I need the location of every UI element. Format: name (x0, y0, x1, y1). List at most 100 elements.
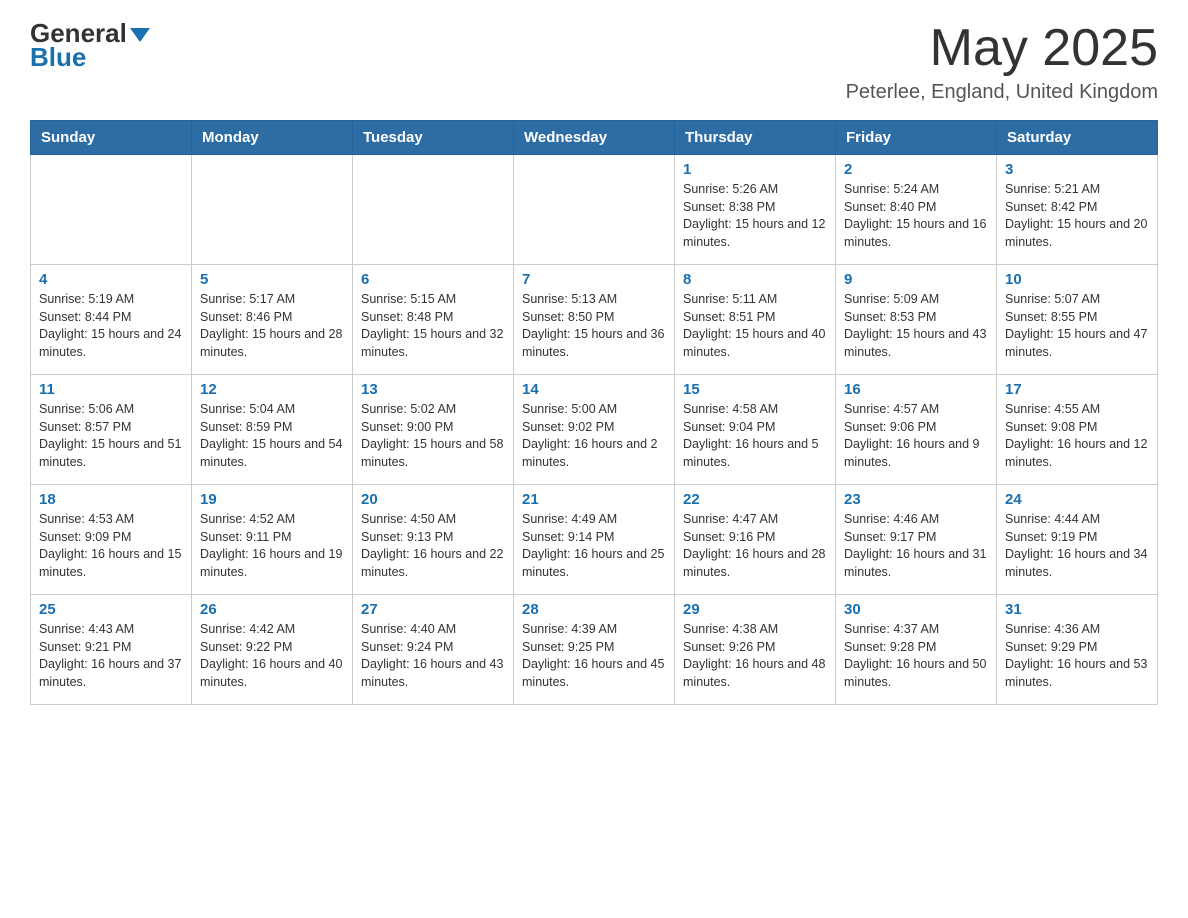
month-title: May 2025 (846, 20, 1158, 77)
calendar-week-3: 11 Sunrise: 5:06 AM Sunset: 8:57 PM Dayli… (31, 375, 1158, 485)
day-number: 19 (200, 491, 344, 508)
calendar-cell: 19Sunrise: 4:52 AM Sunset: 9:11 PM Dayli… (192, 485, 353, 595)
day-number: 24 (1005, 491, 1149, 508)
calendar-cell: 8 Sunrise: 5:11 AM Sunset: 8:51 PM Daylig… (675, 265, 836, 375)
day-number: 3 (1005, 161, 1149, 178)
day-info: Sunrise: 5:11 AM Sunset: 8:51 PM Dayligh… (683, 291, 827, 361)
weekday-header-wednesday: Wednesday (514, 121, 675, 155)
day-info: Sunrise: 4:43 AM Sunset: 9:21 PM Dayligh… (39, 621, 183, 691)
day-number: 7 (522, 271, 666, 288)
day-number: 4 (39, 271, 183, 288)
day-info: Sunrise: 5:13 AM Sunset: 8:50 PM Dayligh… (522, 291, 666, 361)
day-info: Sunrise: 5:04 AM Sunset: 8:59 PM Dayligh… (200, 401, 344, 471)
calendar-week-4: 18Sunrise: 4:53 AM Sunset: 9:09 PM Dayli… (31, 485, 1158, 595)
day-info: Sunrise: 4:53 AM Sunset: 9:09 PM Dayligh… (39, 511, 183, 581)
calendar-cell: 20 Sunrise: 4:50 AM Sunset: 9:13 PM Dayli… (353, 485, 514, 595)
calendar-week-1: 1 Sunrise: 5:26 AM Sunset: 8:38 PM Daylig… (31, 155, 1158, 265)
calendar-cell: 23 Sunrise: 4:46 AM Sunset: 9:17 PM Dayli… (836, 485, 997, 595)
calendar-cell: 14 Sunrise: 5:00 AM Sunset: 9:02 PM Dayli… (514, 375, 675, 485)
day-number: 14 (522, 381, 666, 398)
day-number: 12 (200, 381, 344, 398)
day-info: Sunrise: 5:00 AM Sunset: 9:02 PM Dayligh… (522, 401, 666, 471)
calendar-cell (192, 155, 353, 265)
day-info: Sunrise: 5:06 AM Sunset: 8:57 PM Dayligh… (39, 401, 183, 471)
day-info: Sunrise: 4:49 AM Sunset: 9:14 PM Dayligh… (522, 511, 666, 581)
logo-arrow-icon (130, 28, 150, 42)
calendar-cell: 18Sunrise: 4:53 AM Sunset: 9:09 PM Dayli… (31, 485, 192, 595)
calendar-cell: 6 Sunrise: 5:15 AM Sunset: 8:48 PM Daylig… (353, 265, 514, 375)
calendar-cell: 5Sunrise: 5:17 AM Sunset: 8:46 PM Daylig… (192, 265, 353, 375)
calendar-cell: 29Sunrise: 4:38 AM Sunset: 9:26 PM Dayli… (675, 595, 836, 705)
day-number: 15 (683, 381, 827, 398)
weekday-header-sunday: Sunday (31, 121, 192, 155)
page-header: General Blue May 2025 Peterlee, England,… (30, 20, 1158, 104)
day-number: 21 (522, 491, 666, 508)
calendar-cell: 24 Sunrise: 4:44 AM Sunset: 9:19 PM Dayli… (997, 485, 1158, 595)
day-number: 17 (1005, 381, 1149, 398)
day-info: Sunrise: 4:36 AM Sunset: 9:29 PM Dayligh… (1005, 621, 1149, 691)
day-number: 20 (361, 491, 505, 508)
day-info: Sunrise: 4:46 AM Sunset: 9:17 PM Dayligh… (844, 511, 988, 581)
day-info: Sunrise: 5:26 AM Sunset: 8:38 PM Dayligh… (683, 181, 827, 251)
day-info: Sunrise: 4:39 AM Sunset: 9:25 PM Dayligh… (522, 621, 666, 691)
calendar-cell: 30 Sunrise: 4:37 AM Sunset: 9:28 PM Dayli… (836, 595, 997, 705)
day-number: 8 (683, 271, 827, 288)
calendar-cell: 10Sunrise: 5:07 AM Sunset: 8:55 PM Dayli… (997, 265, 1158, 375)
calendar-cell: 21 Sunrise: 4:49 AM Sunset: 9:14 PM Dayli… (514, 485, 675, 595)
title-block: May 2025 Peterlee, England, United Kingd… (846, 20, 1158, 104)
day-number: 11 (39, 381, 183, 398)
day-info: Sunrise: 4:42 AM Sunset: 9:22 PM Dayligh… (200, 621, 344, 691)
day-info: Sunrise: 5:15 AM Sunset: 8:48 PM Dayligh… (361, 291, 505, 361)
day-info: Sunrise: 4:55 AM Sunset: 9:08 PM Dayligh… (1005, 401, 1149, 471)
day-info: Sunrise: 4:58 AM Sunset: 9:04 PM Dayligh… (683, 401, 827, 471)
day-number: 6 (361, 271, 505, 288)
calendar-cell: 12 Sunrise: 5:04 AM Sunset: 8:59 PM Dayli… (192, 375, 353, 485)
calendar-cell: 28 Sunrise: 4:39 AM Sunset: 9:25 PM Dayli… (514, 595, 675, 705)
calendar-week-2: 4 Sunrise: 5:19 AM Sunset: 8:44 PM Daylig… (31, 265, 1158, 375)
weekday-header-tuesday: Tuesday (353, 121, 514, 155)
calendar-cell: 2 Sunrise: 5:24 AM Sunset: 8:40 PM Daylig… (836, 155, 997, 265)
day-number: 25 (39, 601, 183, 618)
calendar-cell: 15 Sunrise: 4:58 AM Sunset: 9:04 PM Dayli… (675, 375, 836, 485)
day-number: 30 (844, 601, 988, 618)
logo-blue-text: Blue (30, 44, 86, 70)
calendar-cell: 25 Sunrise: 4:43 AM Sunset: 9:21 PM Dayli… (31, 595, 192, 705)
calendar-cell: 1 Sunrise: 5:26 AM Sunset: 8:38 PM Daylig… (675, 155, 836, 265)
day-info: Sunrise: 4:47 AM Sunset: 9:16 PM Dayligh… (683, 511, 827, 581)
location-subtitle: Peterlee, England, United Kingdom (846, 81, 1158, 104)
day-number: 29 (683, 601, 827, 618)
day-info: Sunrise: 4:44 AM Sunset: 9:19 PM Dayligh… (1005, 511, 1149, 581)
calendar-week-5: 25 Sunrise: 4:43 AM Sunset: 9:21 PM Dayli… (31, 595, 1158, 705)
day-number: 10 (1005, 271, 1149, 288)
day-info: Sunrise: 4:50 AM Sunset: 9:13 PM Dayligh… (361, 511, 505, 581)
calendar-cell (514, 155, 675, 265)
calendar-cell: 16Sunrise: 4:57 AM Sunset: 9:06 PM Dayli… (836, 375, 997, 485)
day-info: Sunrise: 5:21 AM Sunset: 8:42 PM Dayligh… (1005, 181, 1149, 251)
calendar-cell: 4 Sunrise: 5:19 AM Sunset: 8:44 PM Daylig… (31, 265, 192, 375)
calendar-cell: 11 Sunrise: 5:06 AM Sunset: 8:57 PM Dayli… (31, 375, 192, 485)
calendar-header-row: SundayMondayTuesdayWednesdayThursdayFrid… (31, 121, 1158, 155)
day-info: Sunrise: 5:17 AM Sunset: 8:46 PM Dayligh… (200, 291, 344, 361)
calendar-cell: 7 Sunrise: 5:13 AM Sunset: 8:50 PM Daylig… (514, 265, 675, 375)
day-number: 27 (361, 601, 505, 618)
calendar-cell: 31Sunrise: 4:36 AM Sunset: 9:29 PM Dayli… (997, 595, 1158, 705)
calendar-cell: 22Sunrise: 4:47 AM Sunset: 9:16 PM Dayli… (675, 485, 836, 595)
day-info: Sunrise: 4:57 AM Sunset: 9:06 PM Dayligh… (844, 401, 988, 471)
day-number: 28 (522, 601, 666, 618)
calendar-cell: 3 Sunrise: 5:21 AM Sunset: 8:42 PM Daylig… (997, 155, 1158, 265)
day-info: Sunrise: 4:40 AM Sunset: 9:24 PM Dayligh… (361, 621, 505, 691)
calendar-cell: 26Sunrise: 4:42 AM Sunset: 9:22 PM Dayli… (192, 595, 353, 705)
calendar-cell (31, 155, 192, 265)
day-number: 23 (844, 491, 988, 508)
day-info: Sunrise: 5:02 AM Sunset: 9:00 PM Dayligh… (361, 401, 505, 471)
day-info: Sunrise: 5:09 AM Sunset: 8:53 PM Dayligh… (844, 291, 988, 361)
weekday-header-thursday: Thursday (675, 121, 836, 155)
day-info: Sunrise: 4:37 AM Sunset: 9:28 PM Dayligh… (844, 621, 988, 691)
weekday-header-saturday: Saturday (997, 121, 1158, 155)
weekday-header-friday: Friday (836, 121, 997, 155)
day-number: 1 (683, 161, 827, 178)
day-info: Sunrise: 5:24 AM Sunset: 8:40 PM Dayligh… (844, 181, 988, 251)
weekday-header-monday: Monday (192, 121, 353, 155)
day-info: Sunrise: 5:19 AM Sunset: 8:44 PM Dayligh… (39, 291, 183, 361)
day-number: 2 (844, 161, 988, 178)
